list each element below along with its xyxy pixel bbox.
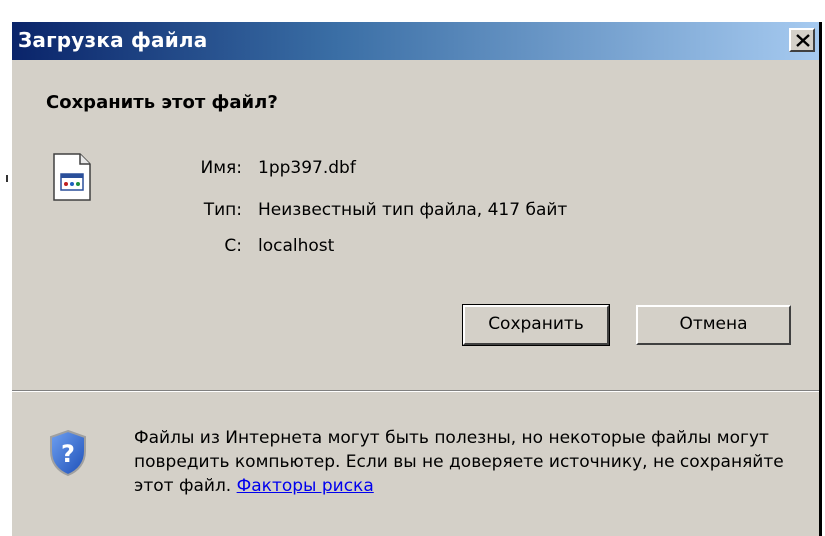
file-type-value: Неизвестный тип файла, 417 байт bbox=[258, 200, 568, 220]
window-title: Загрузка файла bbox=[18, 28, 208, 52]
dialog-question: Сохранить этот файл? bbox=[46, 92, 278, 113]
stray-mark bbox=[6, 175, 8, 182]
svg-text:?: ? bbox=[61, 440, 75, 468]
security-warning: Файлы из Интернета могут быть полезны, н… bbox=[134, 426, 804, 498]
security-shield-question-icon: ? bbox=[50, 429, 86, 477]
divider bbox=[12, 390, 819, 392]
save-button[interactable]: Сохранить bbox=[462, 304, 610, 346]
file-source-row: С: localhost bbox=[12, 236, 819, 260]
file-source-label: С: bbox=[224, 236, 242, 256]
file-download-dialog: Загрузка файла Сохранить этот файл? Имя:… bbox=[12, 22, 822, 536]
file-source-value: localhost bbox=[258, 236, 335, 256]
close-button[interactable] bbox=[789, 28, 815, 52]
risk-factors-link[interactable]: Факторы риска bbox=[237, 476, 374, 496]
close-icon bbox=[796, 34, 810, 47]
file-type-label: Тип: bbox=[203, 200, 242, 220]
file-name-label: Имя: bbox=[200, 158, 243, 178]
cancel-button[interactable]: Отмена bbox=[636, 305, 791, 345]
file-type-row: Тип: Неизвестный тип файла, 417 байт bbox=[12, 200, 819, 224]
file-name-row: Имя: 1pp397.dbf bbox=[12, 158, 819, 182]
file-name-value: 1pp397.dbf bbox=[258, 158, 356, 178]
security-warning-text: Файлы из Интернета могут быть полезны, н… bbox=[134, 428, 784, 496]
title-bar[interactable]: Загрузка файла bbox=[12, 22, 819, 60]
